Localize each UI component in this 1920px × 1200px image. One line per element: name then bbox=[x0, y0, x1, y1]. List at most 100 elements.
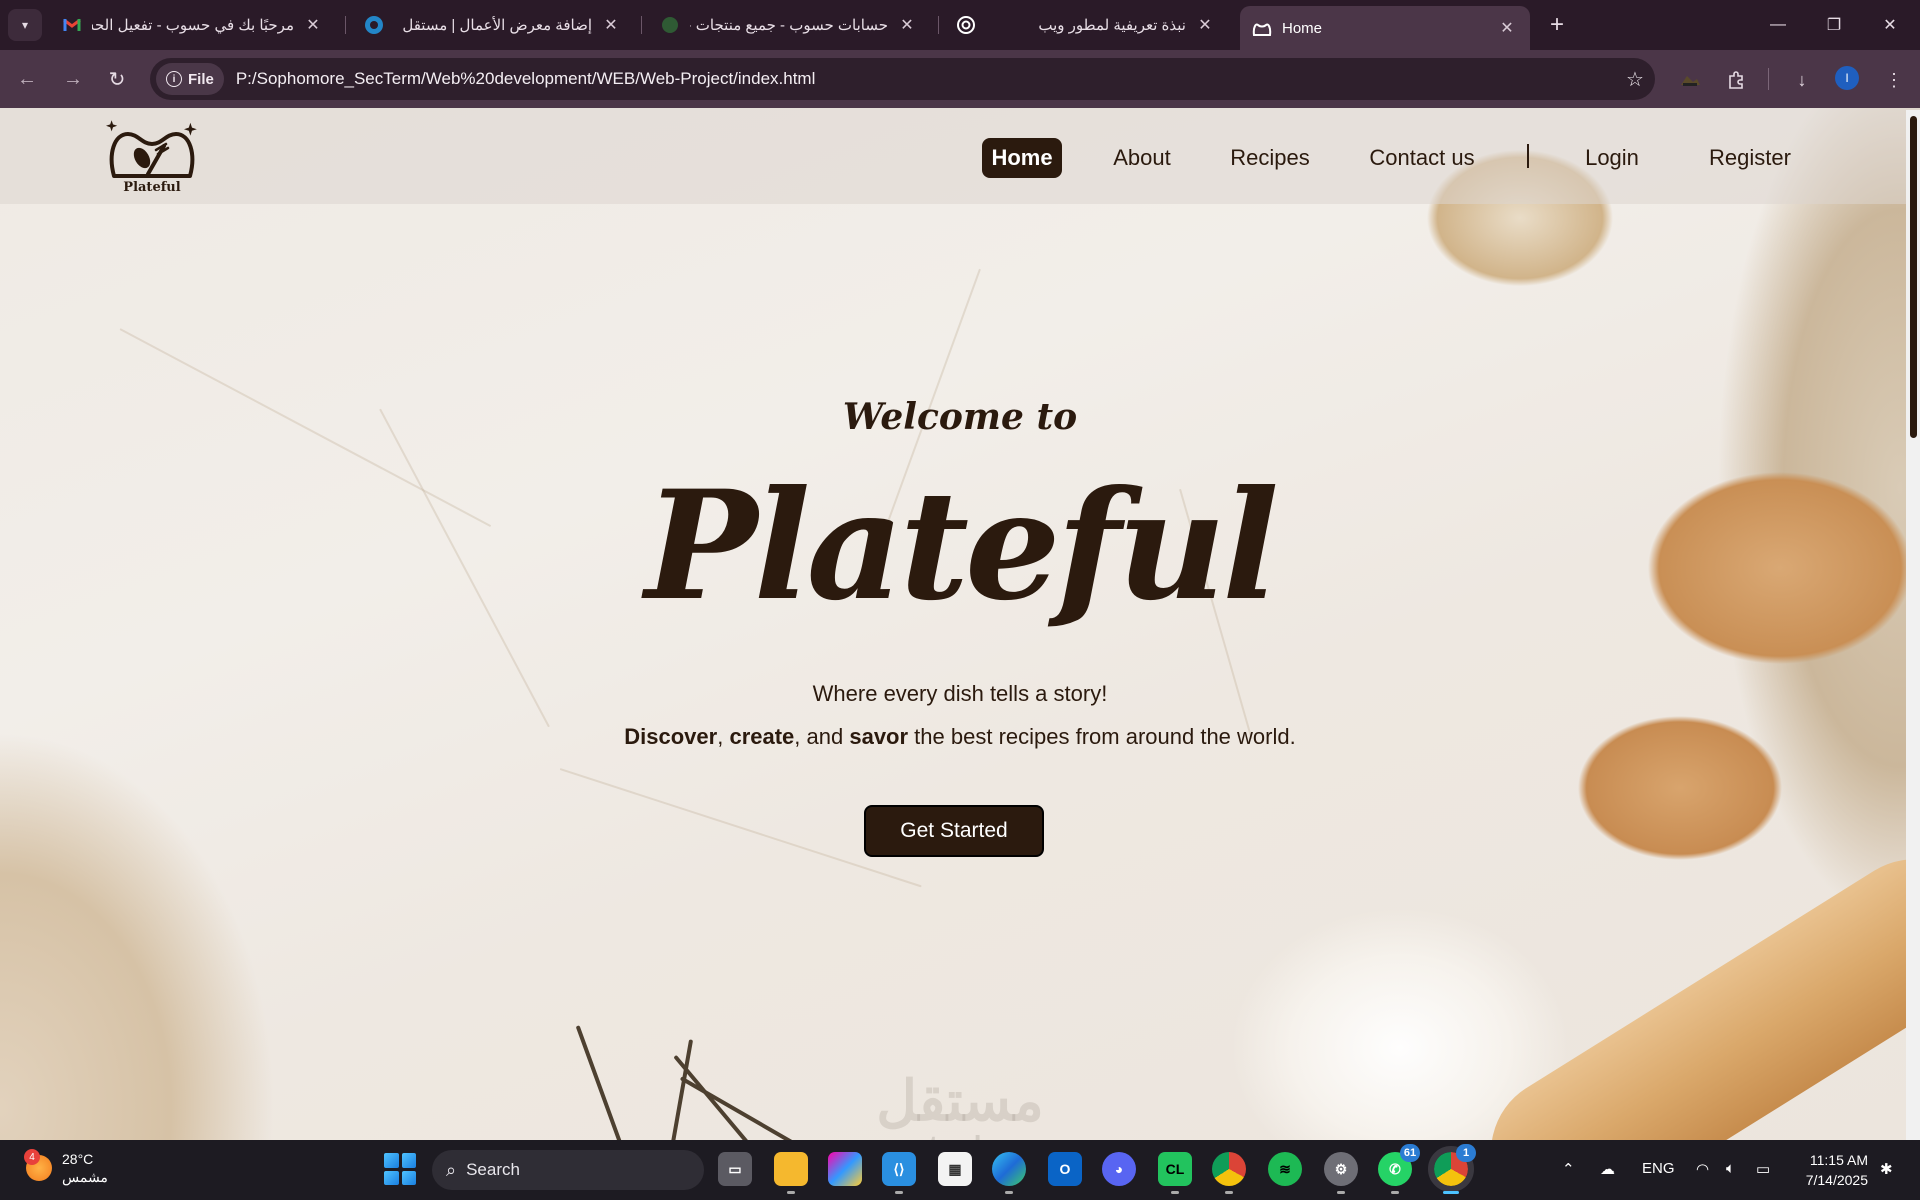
tab-hsoub-activation[interactable]: مرحبًا بك في حسوب - تفعيل الحساب ✕ bbox=[50, 6, 336, 44]
site-info-chip[interactable]: i File bbox=[156, 63, 224, 95]
battery-icon[interactable]: ▭ bbox=[1756, 1160, 1770, 1178]
desc-text: , bbox=[717, 724, 730, 749]
hero-description: Discover, create, and savor the best rec… bbox=[0, 724, 1920, 750]
chrome-profile-icon[interactable]: 1 bbox=[1428, 1144, 1476, 1194]
search-icon: ⌕ bbox=[446, 1159, 457, 1180]
extensions-puzzle-icon[interactable] bbox=[1722, 66, 1750, 94]
input-language[interactable]: ENG bbox=[1642, 1160, 1675, 1177]
nav-login[interactable]: Login bbox=[1572, 138, 1652, 178]
bookmark-star-icon[interactable]: ☆ bbox=[1615, 67, 1655, 92]
desc-text: the best recipes from around the world. bbox=[908, 724, 1296, 749]
rolling-pin-decoration bbox=[1462, 831, 1920, 1140]
toolbar-divider bbox=[1768, 68, 1769, 90]
chrome-badge: 1 bbox=[1456, 1144, 1476, 1162]
desc-create: create bbox=[729, 724, 795, 749]
settings-gear-icon[interactable]: ⚙ bbox=[1324, 1152, 1358, 1194]
site-header: Plateful Home About Recipes Contact us L… bbox=[0, 108, 1920, 204]
taskbar-search[interactable]: ⌕ Search bbox=[432, 1150, 704, 1190]
url-text[interactable]: P:/Sophomore_SecTerm/Web%20development/W… bbox=[236, 69, 1615, 89]
tab-title: إضافة معرض الأعمال | مستقل bbox=[402, 17, 592, 34]
clock-date: 7/14/2025 bbox=[1805, 1172, 1868, 1188]
vscode-icon[interactable]: ⟨⟩ bbox=[882, 1152, 916, 1194]
search-placeholder: Search bbox=[466, 1160, 520, 1179]
clock-time: 11:15 AM bbox=[1809, 1152, 1868, 1168]
watermark-latin: mostaql.com bbox=[830, 1130, 1090, 1140]
profile-avatar[interactable]: I bbox=[1835, 66, 1859, 90]
site-logo[interactable]: Plateful bbox=[104, 118, 200, 202]
chrome-icon[interactable] bbox=[1212, 1152, 1246, 1194]
tab-hsoub-accounts[interactable]: حسابات حسوب - جميع منتجات حسوب ✕ bbox=[648, 6, 930, 44]
browser-tab-strip: ▾ مرحبًا بك في حسوب - تفعيل الحساب ✕ إضا… bbox=[0, 0, 1920, 50]
tab-title: مرحبًا بك في حسوب - تفعيل الحساب bbox=[92, 17, 294, 34]
hsoub-icon bbox=[660, 15, 680, 35]
plateful-logo-icon bbox=[106, 120, 197, 178]
back-button[interactable]: ← bbox=[12, 64, 42, 94]
menu-kebab-icon[interactable]: ⋮ bbox=[1880, 66, 1908, 94]
minimize-button[interactable]: — bbox=[1750, 0, 1806, 50]
tray-overflow-chevron-icon[interactable]: ⌃ bbox=[1562, 1160, 1575, 1178]
extension-icon[interactable] bbox=[1676, 66, 1704, 94]
wifi-icon[interactable]: ◠ bbox=[1696, 1160, 1709, 1178]
tab-title: حسابات حسوب - جميع منتجات حسوب bbox=[690, 17, 888, 34]
nav-register[interactable]: Register bbox=[1696, 138, 1804, 178]
nav-about[interactable]: About bbox=[1100, 138, 1184, 178]
restore-button[interactable]: ❐ bbox=[1806, 0, 1862, 50]
tab-title: نبذة تعريفية لمطور ويب bbox=[1038, 17, 1186, 34]
weather-condition: مشمس bbox=[62, 1169, 108, 1185]
whatsapp-badge: 61 bbox=[1400, 1144, 1420, 1162]
tab-divider bbox=[641, 16, 642, 34]
start-button[interactable] bbox=[384, 1153, 416, 1185]
page-scrollbar[interactable] bbox=[1906, 110, 1920, 1140]
page-viewport: Plateful Home About Recipes Contact us L… bbox=[0, 108, 1920, 1140]
outlook-icon[interactable]: O bbox=[1048, 1152, 1082, 1186]
sun-icon: 4 bbox=[24, 1149, 52, 1181]
volume-icon[interactable]: 🔈︎ bbox=[1726, 1160, 1735, 1177]
watermark-arabic: مستقل bbox=[876, 1069, 1044, 1132]
close-icon[interactable]: ✕ bbox=[1496, 18, 1518, 38]
hero-welcome: Welcome to bbox=[842, 396, 1078, 438]
taskbar: 4 28°C مشمس ⌕ Search ▭ ⟨⟩ ▦ O ◕ CL ≋ ⚙ ✆… bbox=[0, 1140, 1920, 1200]
desc-savor: savor bbox=[849, 724, 909, 749]
system-clock[interactable]: 11:15 AM 7/14/2025 bbox=[1796, 1150, 1868, 1190]
hero-tagline: Where every dish tells a story! bbox=[812, 681, 1108, 706]
tab-mostaql-portfolio[interactable]: إضافة معرض الأعمال | مستقل ✕ bbox=[352, 6, 634, 44]
download-icon[interactable]: ↓ bbox=[1788, 66, 1816, 94]
edge-icon[interactable] bbox=[992, 1152, 1026, 1194]
task-view-icon[interactable]: ▭ bbox=[718, 1152, 752, 1186]
nav-contact[interactable]: Contact us bbox=[1358, 138, 1486, 178]
mostaql-icon bbox=[364, 15, 384, 35]
tab-divider bbox=[938, 16, 939, 34]
tab-chatgpt[interactable]: نبذة تعريفية لمطور ويب ✕ bbox=[944, 6, 1228, 44]
hero-title: Plateful bbox=[644, 458, 1279, 634]
close-icon[interactable]: ✕ bbox=[600, 15, 622, 35]
nav-home[interactable]: Home bbox=[982, 138, 1062, 178]
weather-widget[interactable]: 4 28°C مشمس bbox=[24, 1149, 108, 1186]
browser-toolbar: ← → ↻ i File P:/Sophomore_SecTerm/Web%20… bbox=[0, 50, 1920, 108]
close-icon[interactable]: ✕ bbox=[1194, 15, 1216, 35]
tab-home[interactable]: Home ✕ bbox=[1240, 6, 1530, 50]
cloud-sync-icon[interactable]: ☁ bbox=[1600, 1160, 1615, 1178]
nav-recipes[interactable]: Recipes bbox=[1220, 138, 1320, 178]
discord-icon[interactable]: ◕ bbox=[1102, 1152, 1136, 1186]
spotify-icon[interactable]: ≋ bbox=[1268, 1152, 1302, 1186]
scrollbar-thumb[interactable] bbox=[1910, 116, 1917, 438]
whatsapp-icon[interactable]: ✆ 61 bbox=[1378, 1144, 1420, 1194]
close-icon[interactable]: ✕ bbox=[302, 15, 324, 35]
desc-text: , and bbox=[794, 724, 850, 749]
weather-temp: 28°C bbox=[62, 1151, 94, 1167]
tab-search-button[interactable]: ▾ bbox=[8, 9, 42, 41]
new-tab-button[interactable]: + bbox=[1542, 10, 1572, 40]
clion-icon[interactable]: CL bbox=[1158, 1152, 1192, 1194]
ms-store-icon[interactable]: ▦ bbox=[938, 1152, 972, 1186]
close-window-button[interactable]: ✕ bbox=[1862, 0, 1918, 50]
reload-button[interactable]: ↻ bbox=[102, 64, 132, 94]
copilot-icon[interactable] bbox=[828, 1152, 862, 1186]
chatgpt-icon bbox=[956, 15, 976, 35]
forward-button[interactable]: → bbox=[58, 64, 88, 94]
close-icon[interactable]: ✕ bbox=[896, 15, 918, 35]
tab-divider bbox=[345, 16, 346, 34]
notification-bell-icon[interactable]: ✱ bbox=[1880, 1160, 1893, 1178]
get-started-button[interactable]: Get Started bbox=[864, 805, 1044, 857]
address-bar[interactable]: i File P:/Sophomore_SecTerm/Web%20develo… bbox=[150, 58, 1655, 100]
file-explorer-icon[interactable] bbox=[774, 1152, 808, 1194]
